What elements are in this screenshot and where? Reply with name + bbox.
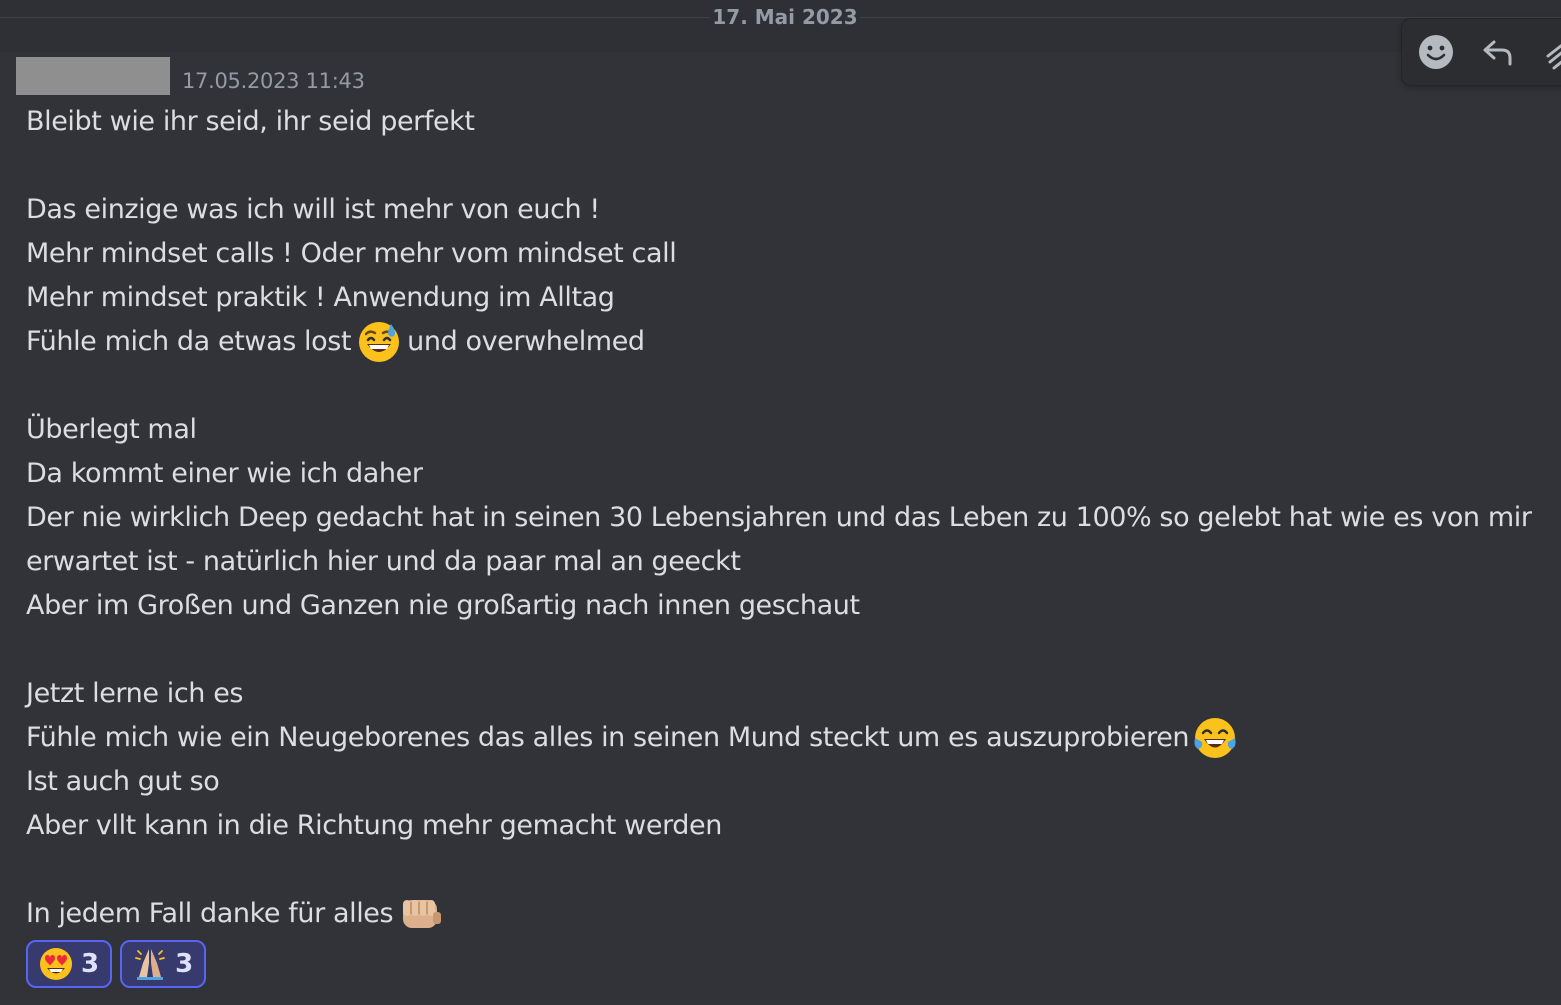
heart-eyes-emoji — [40, 948, 72, 980]
message-timestamp[interactable]: 17.05.2023 11:43 — [182, 66, 365, 96]
more-actions-button[interactable] — [1536, 30, 1561, 74]
reaction-heart-eyes[interactable]: 3 — [26, 940, 113, 988]
chat-view: 17. Mai 2023 17.05.2023 11:43 Bleibt wie… — [0, 0, 1561, 1005]
message-line: Mehr mindset calls ! Oder mehr vom minds… — [26, 232, 1556, 276]
message-line: Das einzige was ich will ist mehr von eu… — [26, 188, 1556, 232]
message-line-blank — [26, 848, 1556, 892]
message-line-text: Das einzige was ich will ist mehr von eu… — [26, 194, 600, 225]
message-line: Jetzt lerne ich es — [26, 672, 1556, 716]
message-line: Ist auch gut so — [26, 760, 1556, 804]
message-line: Überlegt mal — [26, 408, 1556, 452]
message-line: Da kommt einer wie ich daher — [26, 452, 1556, 496]
message-line-text: Aber vllt kann in die Richtung mehr gema… — [26, 810, 722, 841]
message-line-blank — [26, 628, 1556, 672]
message-line-text: Jetzt lerne ich es — [26, 678, 244, 709]
message-line: Fühle mich da etwas lost und overwhelmed — [26, 320, 1556, 364]
reply-icon — [1483, 40, 1512, 66]
message-line-text: Mehr mindset praktik ! Anwendung im Allt… — [26, 282, 615, 313]
more-icon — [1546, 43, 1561, 70]
message-action-toolbar — [1401, 18, 1561, 86]
message-line: Bleibt wie ihr seid, ihr seid perfekt — [26, 100, 1556, 144]
message-line-blank — [26, 364, 1556, 408]
message-line-text: Fühle mich wie ein Neugeborenes das alle… — [26, 722, 1190, 753]
tears-of-joy-emoji[interactable] — [1193, 716, 1237, 760]
message-line-text: Fühle mich da etwas lost — [26, 326, 352, 357]
message-line-text: Ist auch gut so — [26, 766, 220, 797]
reaction-count: 3 — [175, 949, 194, 979]
message-line-text: Aber im Großen und Ganzen nie großartig … — [26, 590, 860, 621]
message-line-text: Überlegt mal — [26, 414, 197, 445]
reaction-count: 3 — [81, 949, 100, 979]
message-line: Aber im Großen und Ganzen nie großartig … — [26, 584, 1556, 628]
message-line-text: Mehr mindset calls ! Oder mehr vom minds… — [26, 238, 677, 269]
add-reaction-button[interactable] — [1414, 30, 1458, 74]
message-content: Bleibt wie ihr seid, ihr seid perfekt Da… — [26, 100, 1556, 936]
date-divider-label: 17. Mai 2023 — [710, 3, 860, 31]
fist-bump-emoji[interactable] — [399, 892, 443, 936]
message-line-text: Da kommt einer wie ich daher — [26, 458, 423, 489]
reply-button[interactable] — [1476, 30, 1520, 74]
message-line: erwartet ist - natürlich hier und da paa… — [26, 540, 1556, 584]
smiley-icon — [1419, 35, 1453, 69]
folded-hands-emoji — [135, 949, 165, 980]
grinning-sweat-emoji[interactable] — [357, 320, 401, 364]
redacted-author-name[interactable] — [16, 57, 170, 95]
message-line: Fühle mich wie ein Neugeborenes das alle… — [26, 716, 1556, 760]
message-line-blank — [26, 144, 1556, 188]
message-line-text: Der nie wirklich Deep gedacht hat in sei… — [26, 502, 1532, 533]
message-line: Aber vllt kann in die Richtung mehr gema… — [26, 804, 1556, 848]
reaction-folded-hands[interactable]: 3 — [120, 940, 207, 988]
reactions-bar: 3 3 — [26, 940, 207, 988]
message-line-text-after: und overwhelmed — [407, 326, 645, 357]
message-line-text: erwartet ist - natürlich hier und da paa… — [26, 546, 741, 577]
message-line: In jedem Fall danke für alles — [26, 892, 1556, 936]
message-line: Mehr mindset praktik ! Anwendung im Allt… — [26, 276, 1556, 320]
message-line-text: Bleibt wie ihr seid, ihr seid perfekt — [26, 106, 475, 137]
message-line-text: In jedem Fall danke für alles — [26, 898, 394, 929]
message-line: Der nie wirklich Deep gedacht hat in sei… — [26, 496, 1556, 540]
